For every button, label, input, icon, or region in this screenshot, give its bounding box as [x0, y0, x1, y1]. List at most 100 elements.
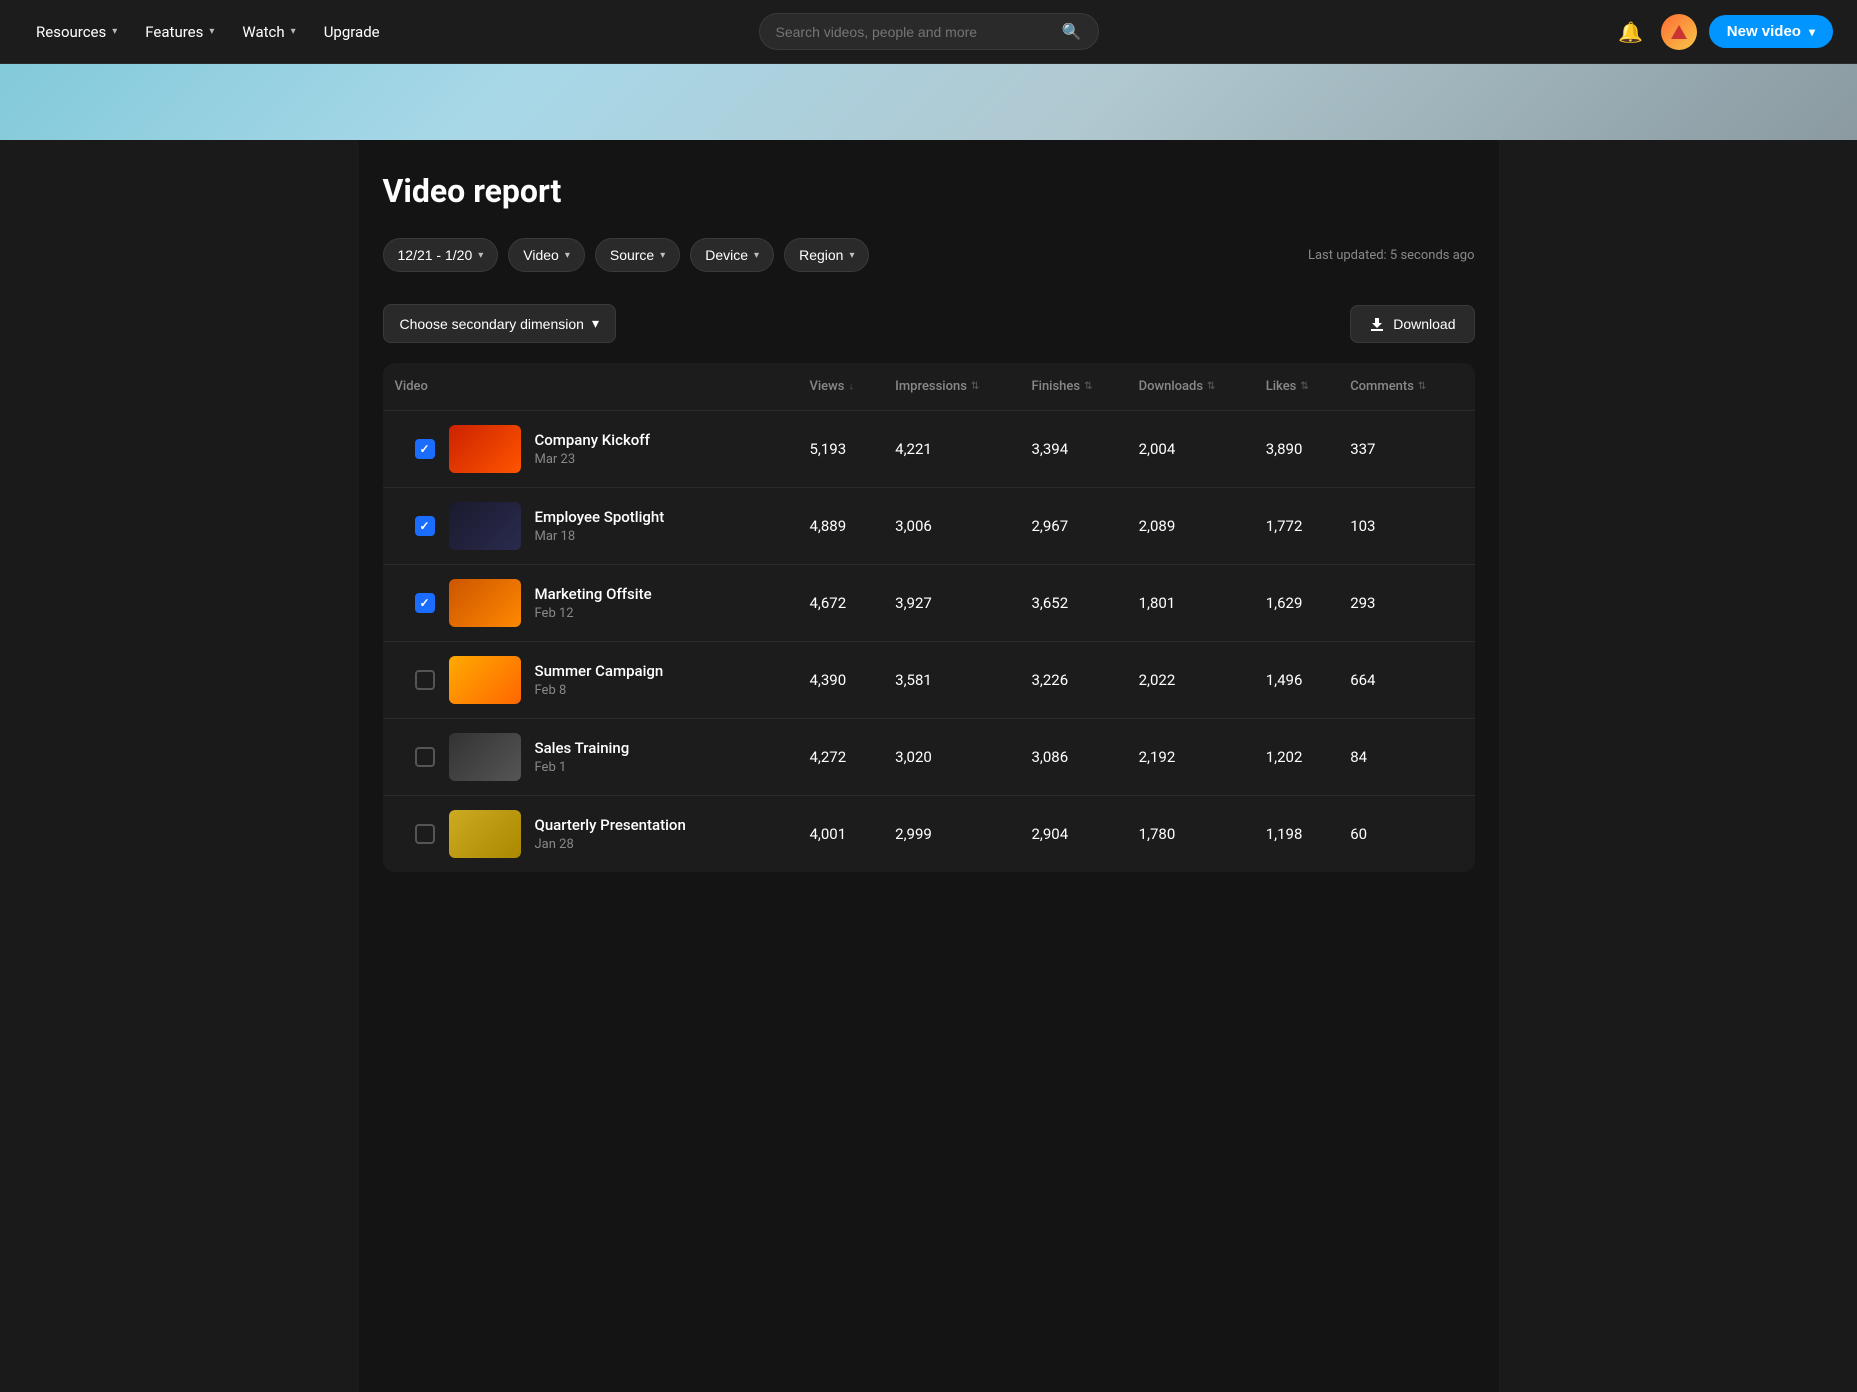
- nav-features-chevron: ▾: [209, 26, 214, 37]
- row-checkbox-3[interactable]: ✓: [415, 593, 435, 613]
- th-likes[interactable]: Likes ⇅: [1254, 363, 1338, 411]
- nav-upgrade[interactable]: Upgrade: [312, 17, 392, 47]
- impressions-sort-icon: ⇅: [971, 381, 979, 392]
- filter-bar: 12/21 - 1/20 ▾ Video ▾ Source ▾ Device ▾…: [383, 238, 1475, 272]
- td-comments-6: 60: [1338, 796, 1474, 873]
- td-finishes-4: 3,226: [1019, 642, 1126, 719]
- row-checkbox-2[interactable]: ✓: [415, 516, 435, 536]
- td-video-4: Summer CampaignFeb 8: [383, 642, 798, 719]
- filter-region-label: Region: [799, 247, 843, 263]
- nav-resources[interactable]: Resources ▾: [24, 17, 129, 47]
- nav-watch-chevron: ▾: [291, 26, 296, 37]
- new-video-button[interactable]: New video ▾: [1709, 15, 1833, 48]
- td-comments-2: 103: [1338, 488, 1474, 565]
- th-views[interactable]: Views ↓: [797, 363, 883, 411]
- table-row: ✓Company KickoffMar 235,1934,2213,3942,0…: [383, 411, 1475, 488]
- row-checkbox-1[interactable]: ✓: [415, 439, 435, 459]
- th-finishes-sort: Finishes ⇅: [1031, 379, 1092, 394]
- th-impressions-label: Impressions: [895, 379, 967, 394]
- navbar-center: 🔍: [627, 13, 1230, 50]
- downloads-sort-icon: ⇅: [1207, 381, 1215, 392]
- th-downloads-sort: Downloads ⇅: [1139, 379, 1216, 394]
- td-video-inner-3: ✓ Marketing OffsiteFeb 12: [395, 579, 786, 627]
- video-name-5: Sales Training: [535, 739, 630, 757]
- video-name-2: Employee Spotlight: [535, 508, 665, 526]
- row-checkbox-5[interactable]: [415, 747, 435, 767]
- video-date-2: Mar 18: [535, 529, 665, 544]
- row-checkbox-6[interactable]: [415, 824, 435, 844]
- td-downloads-2: 2,089: [1127, 488, 1254, 565]
- nav-watch-label: Watch: [242, 23, 284, 41]
- download-button[interactable]: Download: [1350, 305, 1474, 343]
- td-likes-2: 1,772: [1254, 488, 1338, 565]
- search-input[interactable]: [776, 24, 1054, 40]
- filter-video-label: Video: [523, 247, 559, 263]
- filter-video[interactable]: Video ▾: [508, 238, 585, 272]
- filter-video-chevron: ▾: [565, 250, 570, 261]
- page-content: Video report 12/21 - 1/20 ▾ Video ▾ Sour…: [359, 140, 1499, 1392]
- thumb-placeholder-4: [449, 656, 521, 704]
- thumb-placeholder-6: [449, 810, 521, 858]
- td-likes-4: 1,496: [1254, 642, 1338, 719]
- row-checkbox-4[interactable]: [415, 670, 435, 690]
- filter-source-chevron: ▾: [660, 250, 665, 261]
- td-video-inner-6: Quarterly PresentationJan 28: [395, 810, 786, 858]
- filter-source[interactable]: Source ▾: [595, 238, 680, 272]
- td-impressions-4: 3,581: [883, 642, 1019, 719]
- new-video-chevron: ▾: [1809, 25, 1815, 39]
- download-label: Download: [1393, 316, 1455, 332]
- th-video: Video: [383, 363, 798, 411]
- td-likes-1: 3,890: [1254, 411, 1338, 488]
- th-downloads-label: Downloads: [1139, 379, 1203, 394]
- td-impressions-2: 3,006: [883, 488, 1019, 565]
- thumb-placeholder-5: [449, 733, 521, 781]
- nav-resources-chevron: ▾: [112, 26, 117, 37]
- video-info-3: Marketing OffsiteFeb 12: [535, 585, 652, 621]
- video-date-6: Jan 28: [535, 837, 686, 852]
- td-video-6: Quarterly PresentationJan 28: [383, 796, 798, 873]
- secondary-dimension-label: Choose secondary dimension: [400, 316, 584, 332]
- td-finishes-1: 3,394: [1019, 411, 1126, 488]
- video-name-1: Company Kickoff: [535, 431, 650, 449]
- th-comments[interactable]: Comments ⇅: [1338, 363, 1474, 411]
- avatar[interactable]: [1661, 14, 1697, 50]
- video-thumb-3: [449, 579, 521, 627]
- video-thumb-1: [449, 425, 521, 473]
- th-impressions-sort: Impressions ⇅: [895, 379, 979, 394]
- navbar: Resources ▾ Features ▾ Watch ▾ Upgrade 🔍…: [0, 0, 1857, 64]
- table-header: Video Views ↓ Impressions ⇅: [383, 363, 1475, 411]
- navbar-left: Resources ▾ Features ▾ Watch ▾ Upgrade: [24, 17, 627, 47]
- checkmark-icon: ✓: [419, 519, 429, 533]
- td-video-inner-1: ✓Company KickoffMar 23: [395, 425, 786, 473]
- th-downloads[interactable]: Downloads ⇅: [1127, 363, 1254, 411]
- filter-region[interactable]: Region ▾: [784, 238, 869, 272]
- td-video-inner-4: Summer CampaignFeb 8: [395, 656, 786, 704]
- filter-region-chevron: ▾: [849, 250, 854, 261]
- th-impressions[interactable]: Impressions ⇅: [883, 363, 1019, 411]
- th-views-label: Views: [809, 379, 844, 394]
- table-body: ✓Company KickoffMar 235,1934,2213,3942,0…: [383, 411, 1475, 873]
- notification-bell-icon[interactable]: 🔔: [1613, 14, 1649, 50]
- video-thumb-6: [449, 810, 521, 858]
- header-row: Video Views ↓ Impressions ⇅: [383, 363, 1475, 411]
- td-video-3: ✓ Marketing OffsiteFeb 12: [383, 565, 798, 642]
- td-comments-4: 664: [1338, 642, 1474, 719]
- td-video-1: ✓Company KickoffMar 23: [383, 411, 798, 488]
- th-finishes[interactable]: Finishes ⇅: [1019, 363, 1126, 411]
- secondary-row: Choose secondary dimension ▾ Download: [383, 304, 1475, 343]
- filter-device-chevron: ▾: [754, 250, 759, 261]
- td-video-inner-5: Sales TrainingFeb 1: [395, 733, 786, 781]
- secondary-dimension-button[interactable]: Choose secondary dimension ▾: [383, 304, 616, 343]
- video-info-6: Quarterly PresentationJan 28: [535, 816, 686, 852]
- td-downloads-1: 2,004: [1127, 411, 1254, 488]
- filter-device[interactable]: Device ▾: [690, 238, 774, 272]
- finishes-sort-icon: ⇅: [1084, 381, 1092, 392]
- filter-date[interactable]: 12/21 - 1/20 ▾: [383, 238, 499, 272]
- page-title: Video report: [383, 172, 1475, 210]
- td-finishes-5: 3,086: [1019, 719, 1126, 796]
- nav-features[interactable]: Features ▾: [133, 17, 226, 47]
- nav-watch[interactable]: Watch ▾: [230, 17, 307, 47]
- download-icon: [1369, 316, 1385, 332]
- avatar-icon: [1671, 25, 1687, 39]
- td-impressions-5: 3,020: [883, 719, 1019, 796]
